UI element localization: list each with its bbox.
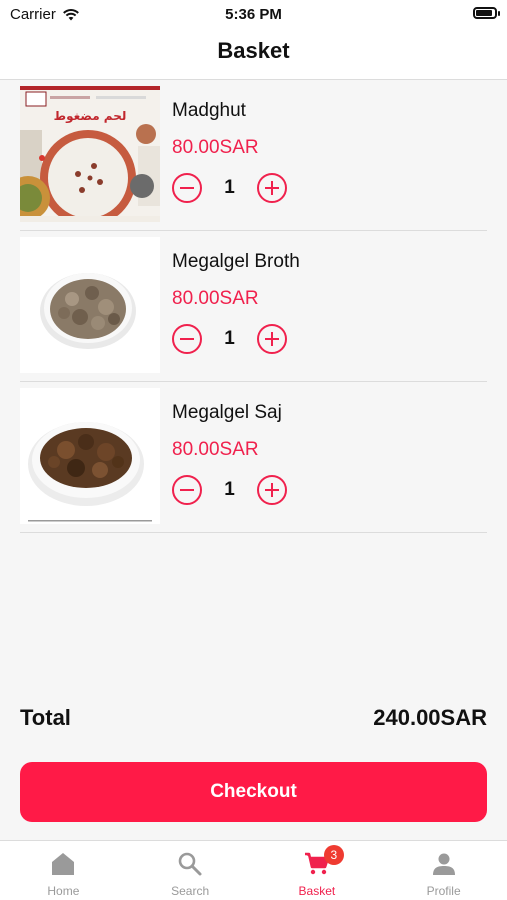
item-name: Madghut bbox=[172, 100, 246, 121]
nav-header: Basket bbox=[0, 30, 507, 80]
basket-list: لحم مضغوط Madghut 80.00SAR 1 Megalgel Br… bbox=[20, 80, 487, 533]
tab-basket[interactable]: 3 Basket bbox=[254, 841, 381, 900]
tab-label: Home bbox=[47, 884, 80, 898]
tab-search[interactable]: Search bbox=[127, 841, 254, 900]
checkout-button[interactable]: Checkout bbox=[20, 762, 487, 822]
quantity-stepper: 1 bbox=[172, 321, 287, 357]
basket-item: Megalgel Broth 80.00SAR 1 bbox=[20, 231, 487, 382]
tab-label: Profile bbox=[426, 884, 461, 898]
product-image-megalgel-broth bbox=[20, 237, 160, 373]
cart-badge: 3 bbox=[323, 845, 344, 865]
checkout-label: Checkout bbox=[210, 781, 297, 802]
basket-item: لحم مضغوط Madghut 80.00SAR 1 bbox=[20, 80, 487, 231]
decrease-quantity-button[interactable] bbox=[172, 324, 202, 354]
tab-profile[interactable]: Profile bbox=[380, 841, 507, 900]
tab-bar: Home Search 3 Basket Profile bbox=[0, 840, 507, 900]
product-image-madghut: لحم مضغوط bbox=[20, 86, 160, 222]
decrease-quantity-button[interactable] bbox=[172, 475, 202, 505]
product-image-megalgel-saj bbox=[20, 388, 160, 524]
total-row: Total 240.00SAR bbox=[20, 705, 487, 735]
page-title: Basket bbox=[217, 38, 290, 63]
increase-quantity-button[interactable] bbox=[257, 475, 287, 505]
decrease-quantity-button[interactable] bbox=[172, 173, 202, 203]
battery-icon bbox=[473, 7, 500, 19]
quantity-value: 1 bbox=[224, 328, 235, 349]
home-icon bbox=[50, 851, 76, 877]
item-price: 80.00SAR bbox=[172, 137, 259, 158]
quantity-value: 1 bbox=[224, 479, 235, 500]
tab-label: Basket bbox=[298, 884, 336, 898]
tab-label: Search bbox=[171, 884, 210, 898]
increase-quantity-button[interactable] bbox=[257, 173, 287, 203]
status-time: 5:36 PM bbox=[225, 6, 282, 23]
search-icon bbox=[177, 851, 203, 877]
cart-icon: 3 bbox=[304, 845, 344, 877]
status-bar: Carrier 5:36 PM bbox=[0, 0, 507, 30]
total-value: 240.00SAR bbox=[373, 705, 487, 730]
basket-item: Megalgel Saj 80.00SAR 1 bbox=[20, 382, 487, 533]
item-price: 80.00SAR bbox=[172, 288, 259, 309]
profile-icon bbox=[431, 851, 457, 877]
product-image-caption: لحم مضغوط bbox=[54, 109, 127, 124]
item-price: 80.00SAR bbox=[172, 439, 259, 460]
quantity-value: 1 bbox=[224, 177, 235, 198]
quantity-stepper: 1 bbox=[172, 170, 287, 206]
tab-home[interactable]: Home bbox=[0, 841, 127, 900]
quantity-stepper: 1 bbox=[172, 472, 287, 508]
increase-quantity-button[interactable] bbox=[257, 324, 287, 354]
total-label: Total bbox=[20, 705, 71, 730]
item-name: Megalgel Broth bbox=[172, 251, 300, 272]
item-name: Megalgel Saj bbox=[172, 402, 282, 423]
